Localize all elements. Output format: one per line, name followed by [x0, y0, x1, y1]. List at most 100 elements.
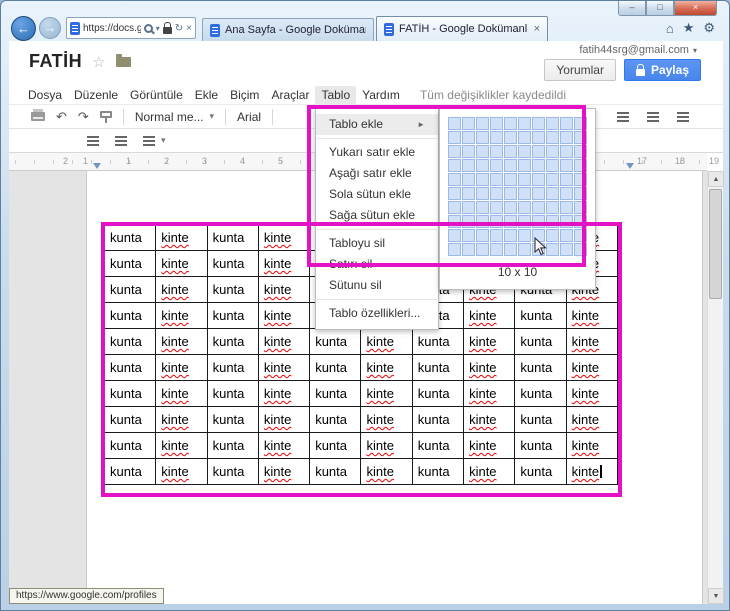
table-cell[interactable]: kunta [515, 329, 566, 355]
grid-cell[interactable] [504, 187, 517, 200]
grid-cell[interactable] [490, 117, 503, 130]
share-button[interactable]: Paylaş [624, 59, 701, 81]
grid-cell[interactable] [546, 131, 559, 144]
grid-cell[interactable] [448, 145, 461, 158]
table-cell[interactable]: kunta [207, 381, 258, 407]
table-cell[interactable]: kinte [566, 303, 617, 329]
table-cell[interactable]: kunta [515, 355, 566, 381]
grid-cell[interactable] [518, 159, 531, 172]
grid-cell[interactable] [462, 117, 475, 130]
redo-icon[interactable]: ↷ [78, 110, 89, 123]
table-cell[interactable]: kinte [361, 355, 412, 381]
menu-tablo[interactable]: Tablo [315, 86, 356, 104]
table-cell[interactable]: kinte [566, 459, 617, 485]
grid-cell[interactable] [490, 229, 503, 242]
table-cell[interactable]: kunta [310, 329, 361, 355]
grid-cell[interactable] [532, 145, 545, 158]
table-cell[interactable]: kinte [156, 459, 207, 485]
undo-icon[interactable]: ↶ [56, 110, 67, 123]
vertical-scrollbar[interactable]: ▲ ▼ [707, 171, 723, 604]
grid-cell[interactable] [504, 201, 517, 214]
table-menu-item[interactable]: Aşağı satır ekle [316, 163, 438, 184]
grid-cell[interactable] [546, 187, 559, 200]
scroll-down-icon[interactable]: ▼ [708, 588, 724, 604]
grid-cell[interactable] [476, 159, 489, 172]
menu-dosya[interactable]: Dosya [22, 86, 68, 104]
table-cell[interactable]: kunta [105, 381, 156, 407]
table-cell[interactable]: kunta [207, 225, 258, 251]
grid-cell[interactable] [518, 173, 531, 186]
table-menu-item[interactable]: Satırı sil [316, 254, 438, 275]
table-cell[interactable]: kinte [258, 329, 309, 355]
table-cell[interactable]: kunta [207, 433, 258, 459]
grid-cell[interactable] [490, 201, 503, 214]
table-cell[interactable]: kinte [156, 225, 207, 251]
search-icon[interactable] [144, 24, 153, 33]
grid-cell[interactable] [560, 145, 573, 158]
grid-cell[interactable] [462, 131, 475, 144]
forward-button[interactable]: → [39, 17, 61, 39]
table-cell[interactable]: kunta [412, 407, 463, 433]
table-cell[interactable]: kunta [207, 303, 258, 329]
grid-cell[interactable] [532, 173, 545, 186]
table-cell[interactable]: kinte [361, 407, 412, 433]
table-cell[interactable]: kunta [412, 329, 463, 355]
grid-cell[interactable] [462, 215, 475, 228]
table-cell[interactable]: kunta [412, 433, 463, 459]
minimize-button[interactable]: – [618, 1, 646, 16]
grid-cell[interactable] [462, 187, 475, 200]
table-cell[interactable]: kinte [156, 381, 207, 407]
table-cell[interactable]: kunta [207, 329, 258, 355]
menu-görüntüle[interactable]: Görüntüle [124, 86, 189, 104]
menu-biçim[interactable]: Biçim [224, 86, 265, 104]
table-cell[interactable]: kunta [105, 277, 156, 303]
table-menu-item[interactable]: Sağa sütun ekle [316, 205, 438, 226]
grid-cell[interactable] [448, 187, 461, 200]
comments-button[interactable]: Yorumlar [544, 59, 616, 81]
search-caret-icon[interactable]: ▾ [156, 24, 160, 33]
table-menu-item[interactable]: Sütunu sil [316, 275, 438, 296]
line-spacing-selector[interactable]: ▾ [143, 135, 166, 146]
grid-cell[interactable] [518, 201, 531, 214]
favorites-star-icon[interactable]: ★ [683, 20, 695, 36]
font-selector[interactable]: Arial [237, 110, 261, 124]
grid-cell[interactable] [574, 145, 587, 158]
grid-cell[interactable] [532, 201, 545, 214]
grid-cell[interactable] [462, 145, 475, 158]
grid-cell[interactable] [476, 173, 489, 186]
table-cell[interactable]: kunta [412, 381, 463, 407]
document-title[interactable]: FATİH [29, 51, 82, 72]
grid-cell[interactable] [504, 215, 517, 228]
grid-cell[interactable] [574, 159, 587, 172]
grid-cell[interactable] [490, 159, 503, 172]
grid-cell[interactable] [560, 201, 573, 214]
print-icon[interactable] [31, 112, 45, 121]
browser-tab[interactable]: FATİH - Google Dokümanlar× [376, 16, 548, 41]
grid-cell[interactable] [462, 201, 475, 214]
table-cell[interactable]: kinte [258, 407, 309, 433]
grid-cell[interactable] [504, 145, 517, 158]
table-cell[interactable]: kinte [258, 251, 309, 277]
table-cell[interactable]: kinte [464, 329, 515, 355]
grid-cell[interactable] [574, 243, 587, 256]
paint-format-icon[interactable] [100, 111, 112, 118]
home-icon[interactable]: ⌂ [666, 21, 674, 36]
bulleted-list-icon[interactable] [617, 111, 629, 122]
menu-düzenle[interactable]: Düzenle [68, 86, 124, 104]
grid-cell[interactable] [546, 201, 559, 214]
table-cell[interactable]: kunta [310, 433, 361, 459]
grid-cell[interactable] [476, 187, 489, 200]
table-cell[interactable]: kunta [515, 433, 566, 459]
grid-cell[interactable] [476, 117, 489, 130]
grid-cell[interactable] [476, 131, 489, 144]
grid-cell[interactable] [560, 173, 573, 186]
table-cell[interactable]: kunta [310, 355, 361, 381]
indent-increase-icon[interactable] [115, 135, 127, 146]
grid-cell[interactable] [532, 131, 545, 144]
grid-cell[interactable] [490, 187, 503, 200]
grid-cell[interactable] [448, 117, 461, 130]
grid-cell[interactable] [490, 131, 503, 144]
folder-icon[interactable] [116, 57, 131, 67]
grid-cell[interactable] [560, 159, 573, 172]
grid-cell[interactable] [560, 229, 573, 242]
